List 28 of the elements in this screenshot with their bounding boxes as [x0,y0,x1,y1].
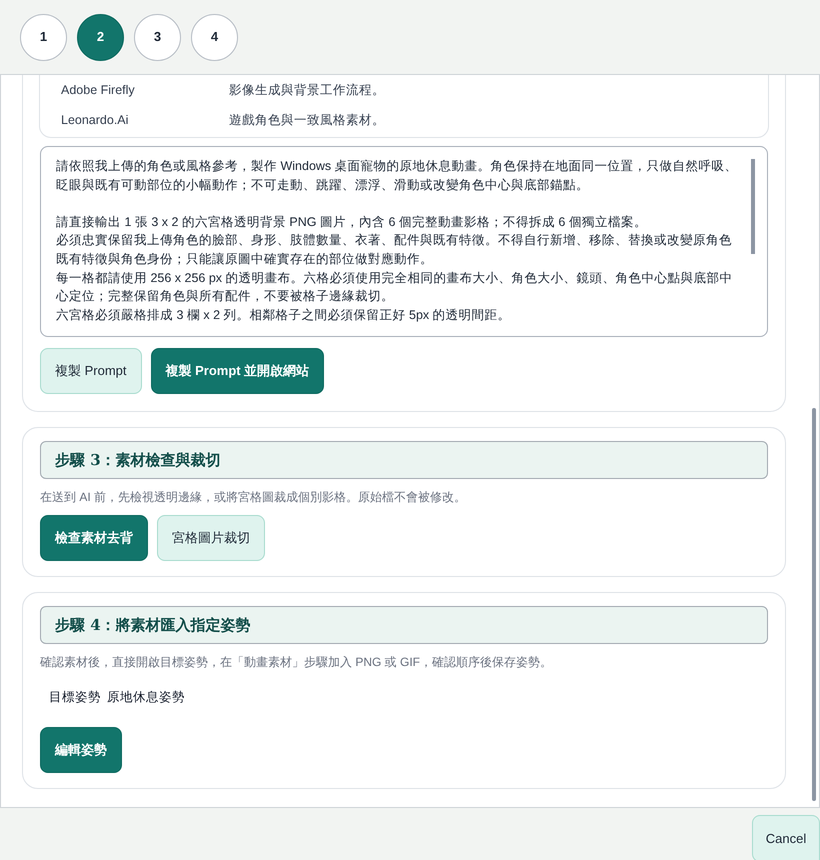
table-cell-text: 影像生成與背景工作流程。 [229,82,385,99]
step-description: 在送到 AI 前，先檢視透明邊緣，或將宮格圖裁成個別影格。原始檔不會被修改。 [40,489,468,506]
action-button[interactable]: 檢查素材去背 [40,515,148,561]
prompt-text: 六宮格必須嚴格排成 3 欄 x 2 列。相鄰格子之間必須保留正好 5px 的透明間距。 [56,306,512,324]
action-button[interactable]: 複製 Prompt [40,348,142,394]
step-button[interactable]: 3 [134,14,181,60]
action-button[interactable]: 複製 Prompt 並開啟網站 [150,348,324,394]
step-button[interactable]: 1 [20,14,67,60]
prompt-textarea[interactable] [40,146,768,337]
table-cell-text: Adobe Firefly [61,82,136,99]
step-button[interactable]: 2 [77,14,124,60]
scrollbar-thumb[interactable] [812,408,816,801]
table-cell-text: Leonardo.Ai [61,112,130,129]
step-heading: 步驟 3：素材檢查與裁切 [40,441,768,479]
prompt-text: 每一格都請使用 256 x 256 px 的透明畫布。六格必須使用完全相同的畫布大小、角色大小、鏡頭、角色中心點與底部中心定位；完整保留角色與所有配件，不要被格子邊緣裁切。 [56,270,734,306]
action-button[interactable]: 宮格圖片裁切 [157,515,265,561]
action-button[interactable]: 編輯姿勢 [40,726,122,773]
prompt-text: 請直接輸出 1 張 3 x 2 的六宮格透明背景 PNG 圖片，內含 6 個完整動畫影格；不得拆成 6 個獨立檔案。 [56,214,648,231]
step-button[interactable]: 4 [191,14,238,60]
scrollbar-thumb[interactable] [751,159,755,254]
table-cell-text: 遊戲角色與一致風格素材。 [229,112,385,129]
prompt-text: 請依照我上傳的角色或風格參考，製作 Windows 桌面寵物的原地休息動畫。角色保持在地面同一位置，只做自然呼吸、眨眼與既有可動部位的小幅動作；不可走動、跳躍、漂浮、滑動或改變角色中心與底部錨點。 [56,158,739,194]
field-label: 目標姿勢 [49,689,101,706]
prompt-text: 必須忠實保留我上傳角色的臉部、身形、肢體數量、衣著、配件與既有特徵。不得自行新增、移除、替換或改變原角色既有特徵與角色身份；只能讓原圖中確實存在的部位做對應動作。 [56,232,733,268]
step-description: 確認素材後，直接開啟目標姿勢，在「動畫素材」步驟加入 PNG 或 GIF，確認順序後保存姿勢。 [40,654,554,671]
cancel-button[interactable]: Cancel [752,815,820,860]
field-value: 原地休息姿勢 [107,689,185,706]
step-heading: 步驟 4：將素材匯入指定姿勢 [40,606,768,644]
